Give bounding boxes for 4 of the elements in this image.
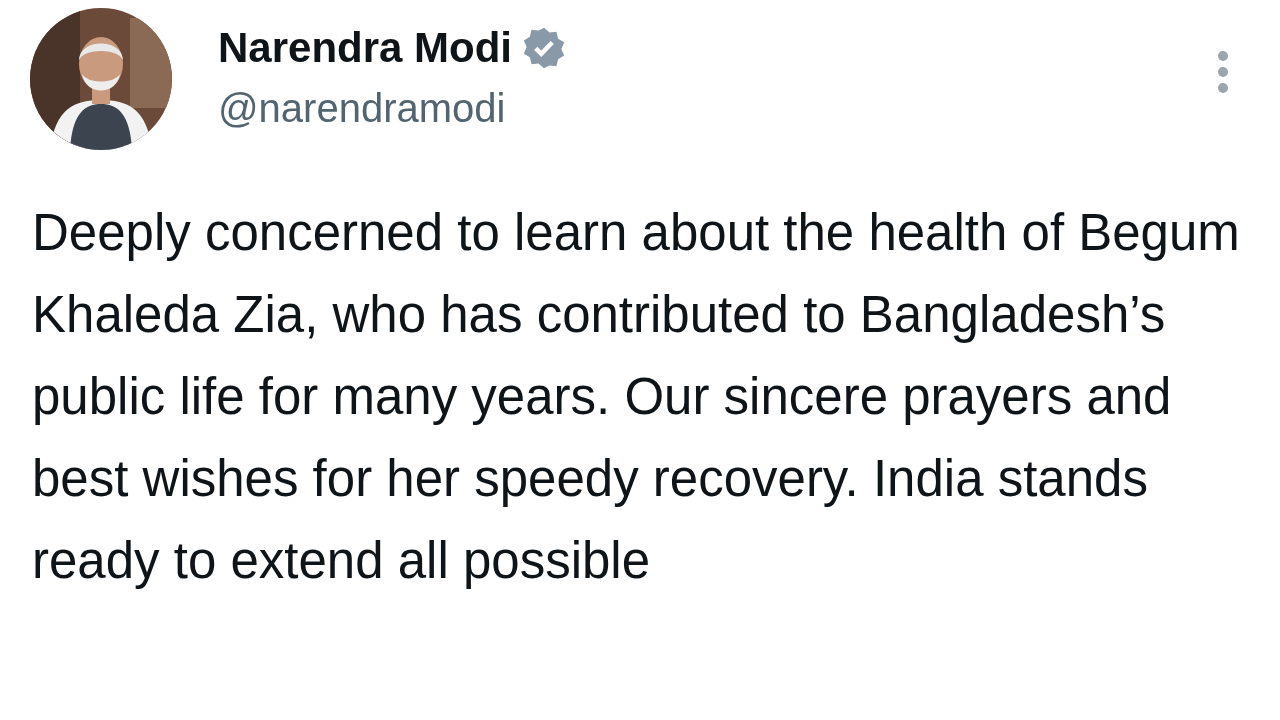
- post-text: Deeply concerned to learn about the health of Begum Khaleda Zia, who has contributed to Bangladesh’s public life for many years. Our sincere prayers and best wishes for her speedy recovery. India stands ready to extend all possible: [32, 203, 1241, 591]
- author-handle: @narendramodi: [218, 84, 507, 132]
- author-name: Narendra Modi: [218, 23, 513, 73]
- more-options-icon[interactable]: [1216, 50, 1230, 94]
